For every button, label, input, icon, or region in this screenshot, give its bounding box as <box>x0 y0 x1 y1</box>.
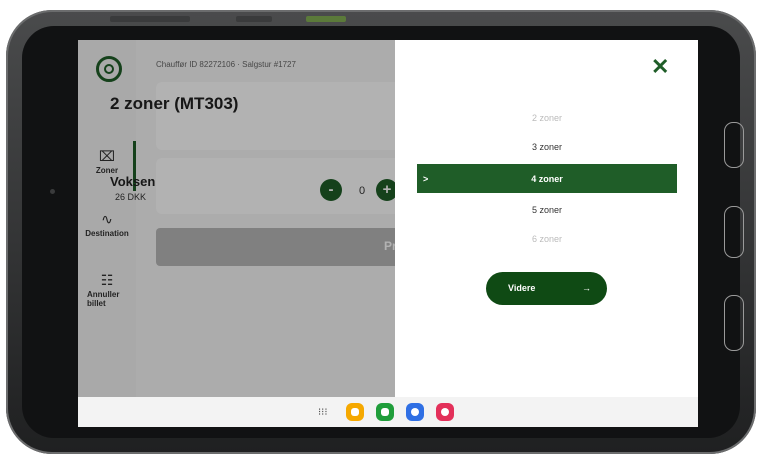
back-hardware-button[interactable] <box>724 295 744 351</box>
volume-button <box>110 16 190 22</box>
home-hardware-button[interactable] <box>724 206 744 258</box>
picker-option-selected[interactable]: > 4 zoner <box>417 164 677 193</box>
files-app-icon[interactable] <box>346 403 364 421</box>
apps-grid-icon[interactable]: ⁝⁝⁝ <box>318 407 328 418</box>
phone-app-icon[interactable] <box>376 403 394 421</box>
picker-selected-label: 4 zoner <box>531 174 563 184</box>
app-screen: ⌧ Zoner ∿ Destination ☷ Annuller billet … <box>78 40 698 427</box>
arrow-right-icon: → <box>582 283 591 293</box>
picker-option[interactable]: 2 zoner <box>417 113 677 123</box>
close-icon[interactable]: ✕ <box>651 54 669 80</box>
camera <box>50 189 55 194</box>
continue-button[interactable]: Videre → <box>486 272 607 305</box>
zone-picker-sheet: ✕ 2 zoner 3 zoner > 4 zoner 5 zoner 6 zo… <box>395 40 698 397</box>
android-taskbar: ⁝⁝⁝ <box>78 397 698 427</box>
recent-apps-hardware-button[interactable] <box>724 122 744 168</box>
continue-label: Videre <box>508 283 536 293</box>
messages-app-icon[interactable] <box>406 403 424 421</box>
picker-option[interactable]: 5 zoner <box>417 205 677 215</box>
picker-option[interactable]: 3 zoner <box>417 142 677 152</box>
picker-option[interactable]: 6 zoner <box>417 234 677 244</box>
power-button <box>236 16 272 22</box>
camera-app-icon[interactable] <box>436 403 454 421</box>
key-button <box>306 16 346 22</box>
